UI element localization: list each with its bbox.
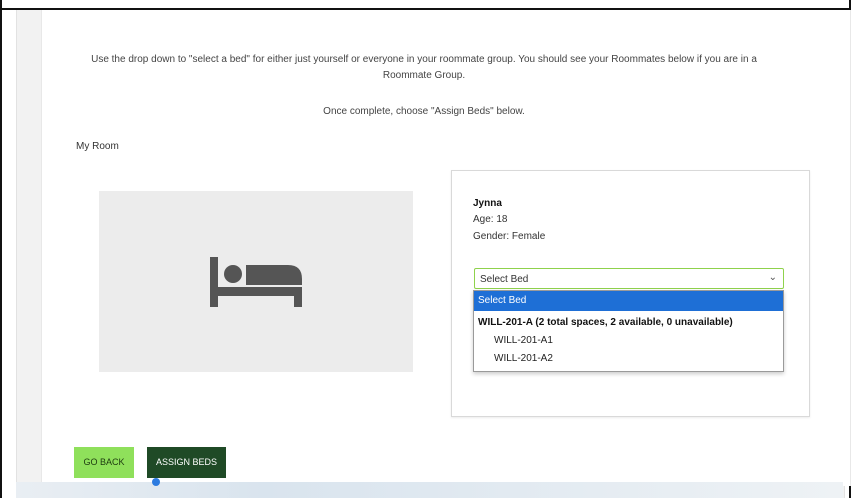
go-back-button[interactable]: GO BACK xyxy=(74,447,134,478)
my-room-heading: My Room xyxy=(76,141,119,152)
student-age: Age: 18 xyxy=(473,214,508,225)
bed-icon xyxy=(210,256,302,307)
option-select-bed[interactable]: Select Bed xyxy=(474,291,783,311)
option-will-201-a1[interactable]: WILL-201-A1 xyxy=(494,335,553,346)
bed-select-dropdown[interactable]: Select Bed WILL-201-A (2 total spaces, 2… xyxy=(473,290,784,372)
student-gender: Gender: Female xyxy=(473,231,546,242)
option-will-201-a2[interactable]: WILL-201-A2 xyxy=(494,353,553,364)
optgroup-will-201-a: WILL-201-A (2 total spaces, 2 available,… xyxy=(478,317,733,328)
bed-select[interactable]: Select Bed ⌄ xyxy=(474,268,784,289)
window-left-edge xyxy=(0,0,2,498)
bed-select-value: Select Bed xyxy=(480,274,529,285)
assign-beds-button[interactable]: ASSIGN BEDS xyxy=(147,447,226,478)
instructions-text: Use the drop down to "select a bed" for … xyxy=(91,54,757,81)
bottom-scroll-strip xyxy=(16,482,843,498)
notification-dot-icon xyxy=(152,478,160,486)
room-image xyxy=(99,191,413,372)
chevron-down-icon: ⌄ xyxy=(768,272,777,283)
student-name: Jynna xyxy=(473,198,502,209)
instructions-complete-text: Once complete, choose "Assign Beds" belo… xyxy=(323,106,525,117)
window-top-edge xyxy=(0,0,851,10)
